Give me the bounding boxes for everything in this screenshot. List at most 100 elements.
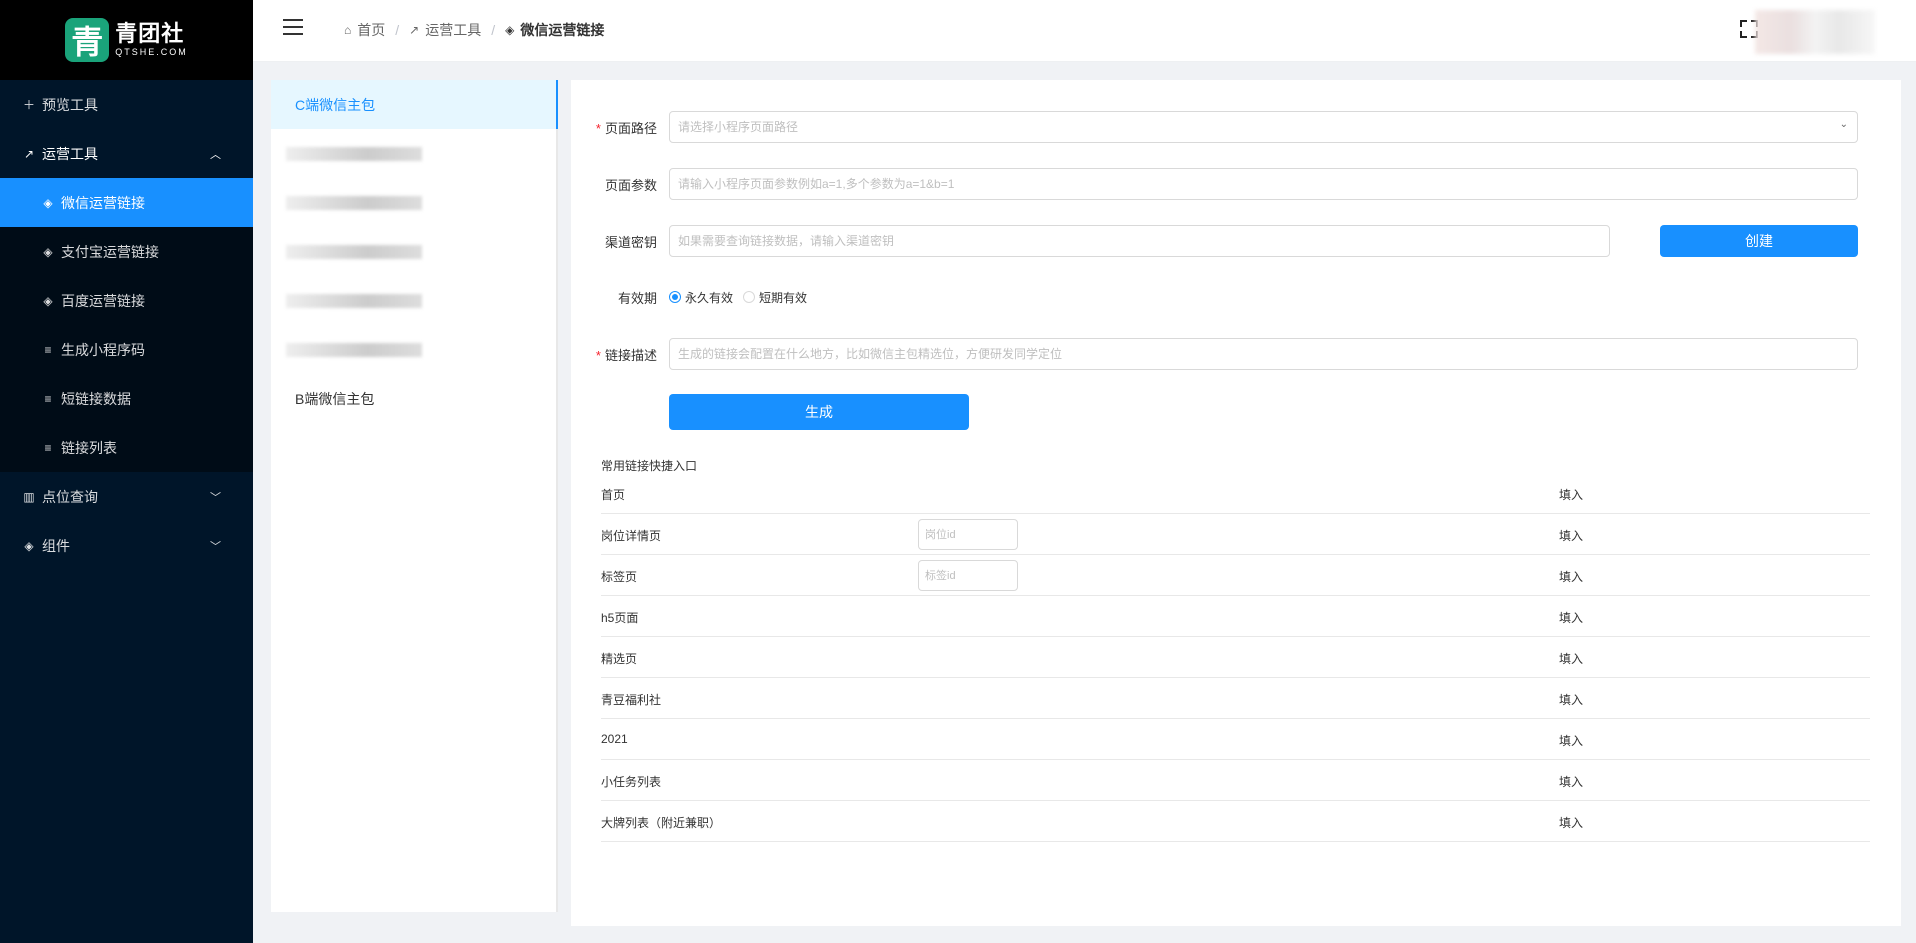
fill-link[interactable]: 填入 [1559, 691, 1583, 708]
menu-toggle-icon[interactable] [283, 19, 303, 35]
tab-redacted[interactable] [271, 276, 556, 325]
sidebar-item-label: 预览工具 [42, 96, 98, 113]
logo[interactable]: 青 青团社 QTSHE.COM [0, 0, 253, 80]
layers-icon: ◈ [24, 538, 34, 553]
validity-row: 有效期 永久有效 短期有效 [571, 281, 817, 313]
page-params-row: 页面参数 [571, 168, 1858, 200]
quick-link-param-input[interactable] [918, 519, 1018, 550]
table-row: 岗位详情页 填入 [601, 514, 1870, 555]
filter-icon: ≡ [44, 391, 52, 406]
create-button[interactable]: 创建 [1660, 225, 1858, 257]
breadcrumb-separator: / [395, 22, 400, 38]
page-path-label: * 页面路径 [595, 120, 657, 136]
fill-link[interactable]: 填入 [1559, 527, 1583, 544]
filter-icon: ≡ [44, 440, 52, 455]
tab-c-wechat-main[interactable]: C端微信主包 [271, 80, 558, 129]
quick-link-name: h5页面 [601, 611, 639, 625]
quick-link-name: 首页 [601, 488, 626, 502]
table-row: 2021 填入 [601, 719, 1870, 760]
quick-link-name: 精选页 [601, 652, 638, 666]
sidebar-item-label: 组件 [42, 537, 70, 554]
top-header: ⌂ 首页 / ↗ 运营工具 / ◈ 微信运营链接 [253, 0, 1916, 62]
fill-link[interactable]: 填入 [1559, 732, 1583, 749]
tab-label: C端微信主包 [295, 96, 376, 113]
tab-b-wechat-main[interactable]: B端微信主包 [271, 374, 556, 423]
sidebar-item-link-list[interactable]: ≡ 链接列表 [0, 423, 253, 472]
validity-label: 有效期 [617, 290, 657, 306]
tab-redacted[interactable] [271, 227, 556, 276]
generate-button[interactable]: 生成 [669, 394, 969, 430]
sidebar: 青 青团社 QTSHE.COM ＋ 预览工具 ↗ 运营工具 ︿ ◈ 微信运营链接… [0, 0, 253, 943]
sidebar-item-baidu-links[interactable]: ◈ 百度运营链接 [0, 276, 253, 325]
table-row: 首页 填入 [601, 473, 1870, 514]
quick-links-title: 常用链接快捷入口 [601, 459, 698, 473]
quick-link-name: 岗位详情页 [601, 529, 662, 543]
breadcrumb-separator: / [491, 22, 496, 38]
sidebar-item-wechat-links[interactable]: ◈ 微信运营链接 [0, 178, 253, 227]
sidebar-item-label: 运营工具 [42, 145, 98, 162]
logo-mark: 青 [65, 18, 110, 62]
validity-permanent-radio[interactable]: 永久有效 [669, 289, 733, 306]
sidebar-item-point-query[interactable]: ▥ 点位查询 ﹀ [0, 472, 253, 521]
table-row: 小任务列表 填入 [601, 760, 1870, 801]
fill-link[interactable]: 填入 [1559, 609, 1583, 626]
required-mark: * [595, 120, 601, 136]
layers-icon: ◈ [43, 195, 53, 210]
fill-link[interactable]: 填入 [1559, 568, 1583, 585]
fill-link[interactable]: 填入 [1559, 773, 1583, 790]
quick-link-param-input[interactable] [918, 560, 1018, 591]
sidebar-item-label: 短链接数据 [61, 390, 131, 407]
sidebar-item-alipay-links[interactable]: ◈ 支付宝运营链接 [0, 227, 253, 276]
page-path-input[interactable] [669, 111, 1858, 143]
fill-link[interactable]: 填入 [1559, 814, 1583, 831]
page-params-input[interactable] [669, 168, 1858, 200]
filter-icon: ≡ [44, 342, 52, 357]
plus-icon: ＋ [22, 98, 35, 112]
layers-icon: ◈ [43, 293, 53, 308]
page-path-select[interactable]: ⌄ [669, 111, 1858, 143]
validity-short-term-radio[interactable]: 短期有效 [743, 289, 807, 306]
tab-redacted[interactable] [271, 129, 556, 178]
sidebar-item-label: 链接列表 [61, 439, 117, 456]
required-mark: * [595, 347, 601, 363]
sidebar-item-short-link-data[interactable]: ≡ 短链接数据 [0, 374, 253, 423]
link-desc-input[interactable] [669, 338, 1858, 370]
quick-link-name: 2021 [601, 732, 628, 746]
tab-redacted[interactable] [271, 325, 556, 374]
sidebar-menu: ＋ 预览工具 ↗ 运营工具 ︿ ◈ 微信运营链接 ◈ 支付宝运营链接 ◈ 百度运… [0, 80, 253, 570]
quick-link-name: 青豆福利社 [601, 693, 662, 707]
sidebar-item-label: 支付宝运营链接 [61, 243, 159, 260]
quick-links-table: 首页填入岗位详情页填入标签页填入h5页面填入精选页填入青豆福利社填入2021填入… [601, 473, 1870, 842]
redacted-text [286, 342, 422, 357]
sidebar-item-label: 百度运营链接 [61, 292, 145, 309]
redacted-text [286, 244, 422, 259]
redacted-text [286, 293, 422, 308]
breadcrumb-ops-tools[interactable]: ↗ 运营工具 [409, 20, 481, 40]
channel-key-input[interactable] [669, 225, 1610, 257]
sidebar-item-label: 生成小程序码 [61, 341, 145, 358]
table-row: 青豆福利社 填入 [601, 678, 1870, 719]
page-path-row: *页面路径 ⌄ [571, 111, 1858, 143]
sidebar-item-label: 点位查询 [42, 488, 98, 505]
tool-icon: ↗ [409, 23, 420, 37]
radio-dot [669, 291, 681, 303]
tab-redacted[interactable] [271, 178, 556, 227]
user-avatar[interactable] [1755, 10, 1875, 54]
fill-link[interactable]: 填入 [1559, 650, 1583, 667]
sidebar-item-preview-tools[interactable]: ＋ 预览工具 [0, 80, 253, 129]
sidebar-item-ops-tools[interactable]: ↗ 运营工具 ︿ [0, 129, 253, 178]
logo-name: 青团社 [115, 21, 185, 46]
generate-row: 生成 [571, 394, 969, 430]
redacted-text [286, 146, 422, 161]
quick-link-name: 标签页 [601, 570, 638, 584]
fill-link[interactable]: 填入 [1559, 486, 1583, 503]
chevron-up-icon: ︿ [210, 148, 221, 161]
breadcrumb-home[interactable]: ⌂ 首页 [344, 20, 385, 40]
sidebar-item-components[interactable]: ◈ 组件 ﹀ [0, 521, 253, 570]
link-form-panel: *页面路径 ⌄ 页面参数 渠道密钥 创建 有效期 永久有效 短期有效 *链接描述 [571, 80, 1901, 926]
home-icon: ⌂ [344, 23, 352, 37]
chevron-down-icon: ﹀ [210, 540, 221, 553]
quick-link-name: 大牌列表（附近兼职） [601, 816, 722, 830]
sidebar-item-miniprogram-code[interactable]: ≡ 生成小程序码 [0, 325, 253, 374]
table-row: 标签页 填入 [601, 555, 1870, 596]
